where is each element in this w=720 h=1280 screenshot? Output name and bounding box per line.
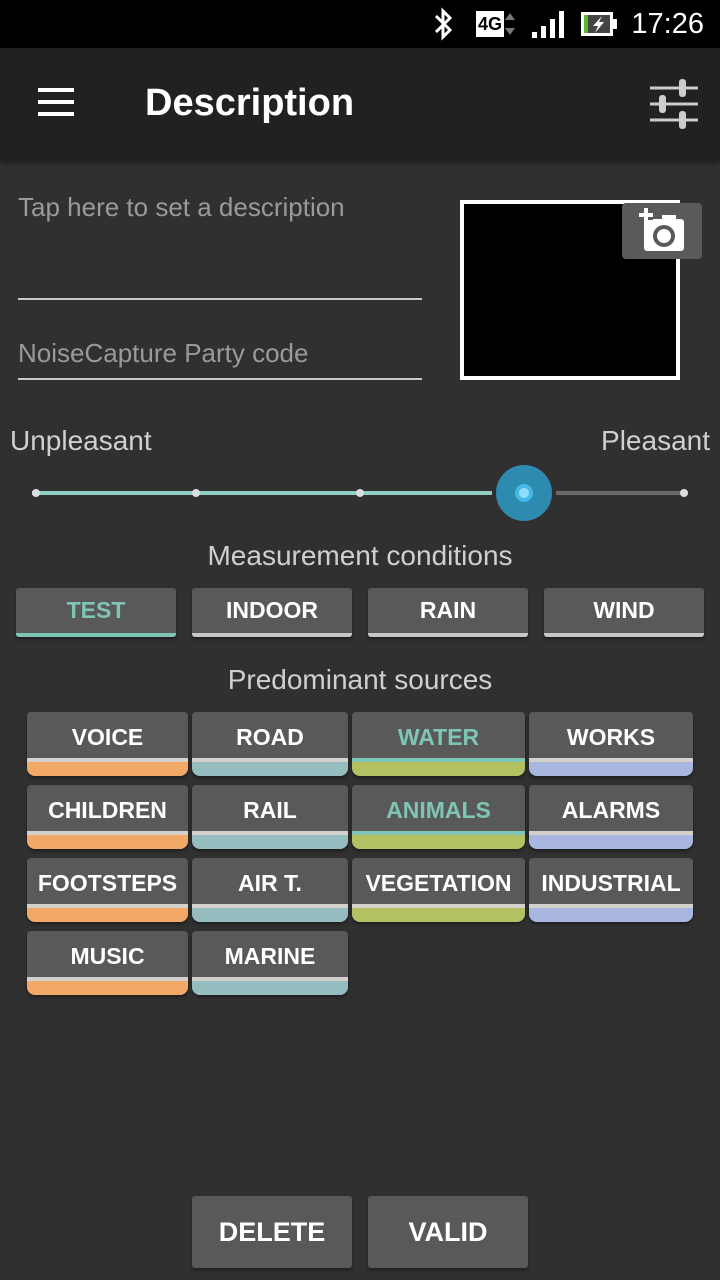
source-category-swatch [529,835,693,849]
source-animals-button[interactable]: ANIMALS [352,785,525,849]
party-code-placeholder: NoiseCapture Party code [18,338,309,368]
condition-label: INDOOR [226,597,318,623]
source-label: FOOTSTEPS [37,870,178,896]
slider-tick [680,489,688,497]
source-category-swatch [529,762,693,776]
condition-indicator [544,633,704,637]
source-voice-button[interactable]: VOICE [27,712,188,776]
slider-thumb-center [519,488,529,498]
source-label: AIR T. [238,870,302,896]
source-category-swatch [192,908,348,922]
source-alarms-button[interactable]: ALARMS [529,785,693,849]
valid-button[interactable]: VALID [368,1196,528,1268]
source-category-swatch [192,835,348,849]
unpleasant-label: Unpleasant [10,425,152,456]
delete-button[interactable]: DELETE [192,1196,352,1268]
source-road-button[interactable]: ROAD [192,712,348,776]
slider-tick [32,489,40,497]
condition-label: TEST [66,597,126,623]
source-footsteps-button[interactable]: FOOTSTEPS [27,858,188,922]
source-label: VOICE [71,724,144,750]
condition-indoor-button[interactable]: INDOOR [192,588,352,637]
source-category-swatch [352,835,525,849]
settings-sliders-icon[interactable] [646,76,702,132]
condition-label: RAIN [419,597,477,623]
source-label: RAIL [243,797,297,823]
party-code-input[interactable]: NoiseCapture Party code [18,338,422,380]
measurement-conditions-title: Measurement conditions [207,540,513,571]
menu-icon[interactable] [30,84,82,124]
condition-indicator [16,633,176,637]
pleasant-label: Pleasant [601,425,710,456]
status-bar: 4G 17:26 [0,0,720,48]
source-label: ANIMALS [386,797,491,823]
condition-test-button[interactable]: TEST [16,588,176,637]
condition-indicator [192,633,352,637]
source-category-swatch [529,908,693,922]
source-category-swatch [27,762,188,776]
network-4g-icon: 4G [476,0,516,48]
condition-label: WIND [593,597,655,623]
signal-icon [530,0,568,48]
network-type-label: 4G [476,11,505,37]
page-title: Description [145,82,355,124]
app-bar: Description [0,48,720,160]
add-photo-button[interactable] [622,203,702,259]
source-air-t-button[interactable]: AIR T. [192,858,348,922]
source-label: CHILDREN [48,797,167,823]
description-placeholder: Tap here to set a description [18,192,345,222]
source-category-swatch [352,908,525,922]
predominant-sources-title: Predominant sources [227,664,493,695]
add-photo-icon [639,208,684,251]
source-rail-button[interactable]: RAIL [192,785,348,849]
clock: 17:26 [631,7,704,40]
source-marine-button[interactable]: MARINE [192,931,348,995]
source-label: WORKS [566,724,656,750]
source-vegetation-button[interactable]: VEGETATION [352,858,525,922]
condition-wind-button[interactable]: WIND [544,588,704,637]
source-category-swatch [352,762,525,776]
source-category-swatch [27,835,188,849]
source-industrial-button[interactable]: INDUSTRIAL [529,858,693,922]
source-label: WATER [397,724,480,750]
source-label: MUSIC [70,943,145,969]
source-water-button[interactable]: WATER [352,712,525,776]
source-label: MARINE [224,943,316,969]
source-category-swatch [27,981,188,995]
source-music-button[interactable]: MUSIC [27,931,188,995]
source-category-swatch [27,908,188,922]
pleasantness-slider[interactable] [32,462,688,524]
slider-tick [356,489,364,497]
source-label: INDUSTRIAL [541,870,681,896]
battery-charging-icon [580,0,620,48]
source-works-button[interactable]: WORKS [529,712,693,776]
source-category-swatch [192,981,348,995]
source-label: ROAD [236,724,304,750]
source-children-button[interactable]: CHILDREN [27,785,188,849]
condition-indicator [368,633,528,637]
source-label: ALARMS [561,797,661,823]
bluetooth-icon [430,0,458,48]
slider-tick [192,489,200,497]
condition-rain-button[interactable]: RAIN [368,588,528,637]
description-input[interactable]: Tap here to set a description [18,192,422,300]
source-label: VEGETATION [365,870,512,896]
source-category-swatch [192,762,348,776]
